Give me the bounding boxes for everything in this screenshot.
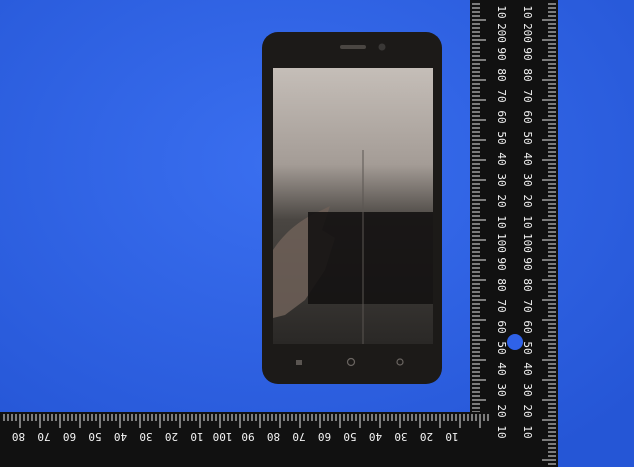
ruler-label: 50: [495, 341, 508, 354]
ruler-label: 70: [521, 299, 534, 312]
ruler-label: 50: [343, 430, 356, 443]
ruler-label: 80: [495, 278, 508, 291]
ruler-label: 20: [521, 404, 534, 417]
ruler-label: 40: [495, 362, 508, 375]
ruler-label: 60: [495, 320, 508, 333]
ruler-label: 70: [495, 89, 508, 102]
ruler-hole: [507, 334, 523, 350]
ruler-label: 40: [495, 152, 508, 165]
ruler-label: 40: [521, 152, 534, 165]
ruler-label: 20: [495, 194, 508, 207]
ruler-label: 60: [495, 110, 508, 123]
ruler-label: 90: [241, 430, 254, 443]
ruler-label: 10: [521, 5, 534, 18]
phone: [262, 32, 442, 384]
ruler-label: 40: [521, 362, 534, 375]
speaker-grille: [340, 45, 366, 49]
ruler-label: 70: [495, 299, 508, 312]
back-icon[interactable]: [296, 360, 302, 365]
ruler-horizontal: 10 20 30 40 50 60 70 80 90 100 10 20 30 40 50 60 70 80: [0, 412, 492, 467]
ruler-label: 30: [521, 173, 534, 186]
ruler-label: 10: [495, 215, 508, 228]
ruler-label: 10: [445, 430, 458, 443]
ruler-label: 50: [495, 131, 508, 144]
ruler-label: 20: [420, 430, 433, 443]
ruler-label: 10: [521, 215, 534, 228]
front-camera-icon: [378, 43, 386, 51]
ruler-label: 70: [37, 430, 50, 443]
ruler-label: 70: [521, 89, 534, 102]
ruler-label: 10: [190, 430, 203, 443]
ruler-label: 60: [63, 430, 76, 443]
ruler-label: 30: [495, 383, 508, 396]
ruler-label: 90: [521, 47, 534, 60]
ruler-label: 100: [213, 430, 233, 443]
ruler-label: 100: [521, 233, 534, 253]
ruler-label: 50: [521, 131, 534, 144]
ruler-label: 10: [495, 5, 508, 18]
ruler-label: 80: [521, 68, 534, 81]
ruler-vertical: 10 10 200 200 90 90 80 80 70 70 60 60 50 50 40 40 30 30 20…: [470, 0, 558, 467]
ruler-label: 70: [292, 430, 305, 443]
ruler-label: 90: [495, 257, 508, 270]
ruler-label: 100: [495, 233, 508, 253]
ruler-label: 80: [267, 430, 280, 443]
ruler-label: 30: [394, 430, 407, 443]
ruler-label: 80: [495, 68, 508, 81]
dark-reflection: [308, 212, 433, 304]
ruler-label: 60: [521, 110, 534, 123]
ruler-label: 10: [521, 425, 534, 438]
ruler-label: 30: [495, 173, 508, 186]
ruler-label: 50: [521, 341, 534, 354]
ruler-label: 90: [521, 257, 534, 270]
ruler-label: 30: [139, 430, 152, 443]
ruler-label: 200: [521, 23, 534, 43]
ruler-label: 20: [165, 430, 178, 443]
ruler-label: 80: [521, 278, 534, 291]
ruler-label: 40: [369, 430, 382, 443]
ruler-label: 40: [114, 430, 127, 443]
ruler-label: 200: [495, 23, 508, 43]
ruler-label: 60: [318, 430, 331, 443]
ruler-label: 10: [495, 425, 508, 438]
ruler-label: 50: [88, 430, 101, 443]
ruler-label: 20: [521, 194, 534, 207]
ruler-label: 80: [12, 430, 25, 443]
photo: 10 10 200 200 90 90 80 80 70 70 60 60 50 50 40 40 30 30 20…: [0, 0, 634, 467]
ruler-label: 60: [521, 320, 534, 333]
ruler-label: 30: [521, 383, 534, 396]
ruler-label: 90: [495, 47, 508, 60]
ruler-label: 20: [495, 404, 508, 417]
